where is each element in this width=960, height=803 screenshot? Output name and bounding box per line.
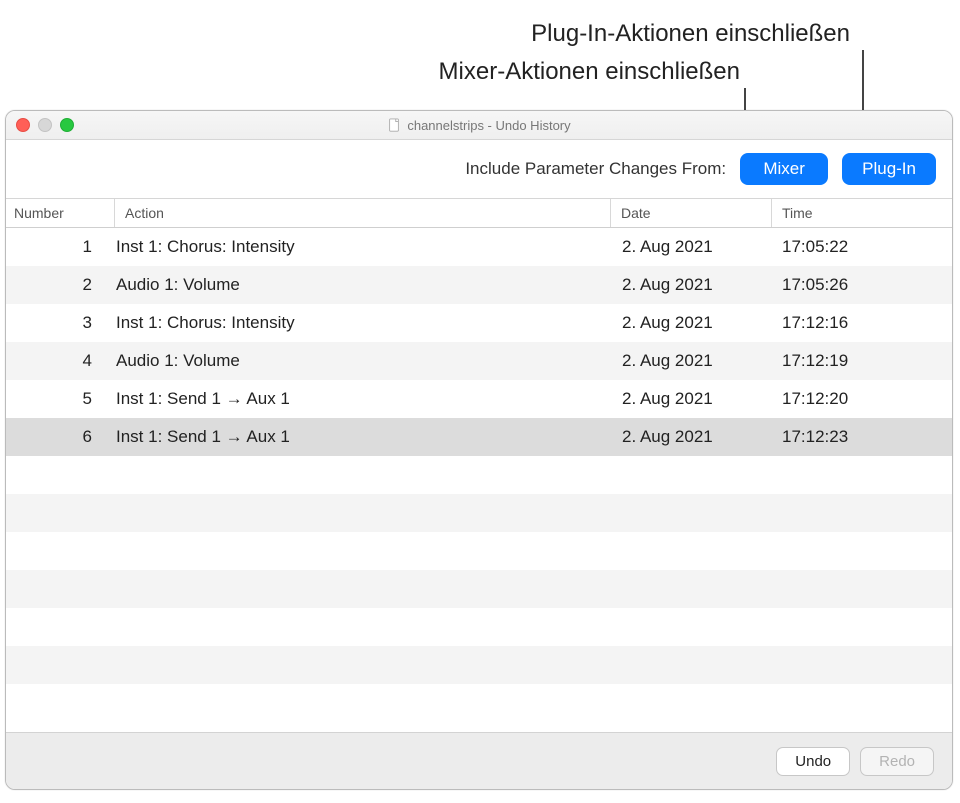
include-plugin-button[interactable]: Plug-In (842, 153, 936, 185)
cell-time: 17:05:26 (772, 275, 952, 295)
cell-number: 3 (6, 313, 106, 333)
cell-time: 17:12:16 (772, 313, 952, 333)
cell-date: 2. Aug 2021 (612, 275, 772, 295)
table-row (6, 608, 952, 646)
cell-number: 5 (6, 389, 106, 409)
undo-history-window: channelstrips - Undo History Include Par… (5, 110, 953, 790)
cell-date: 2. Aug 2021 (612, 313, 772, 333)
table-row (6, 494, 952, 532)
cell-time: 17:12:19 (772, 351, 952, 371)
cell-number: 1 (6, 237, 106, 257)
cell-time: 17:05:22 (772, 237, 952, 257)
cell-action: Inst 1: Chorus: Intensity (106, 313, 612, 333)
undo-button[interactable]: Undo (776, 747, 850, 776)
cell-action: Audio 1: Volume (106, 275, 612, 295)
cell-date: 2. Aug 2021 (612, 237, 772, 257)
traffic-lights (16, 118, 74, 132)
table-header: Number Action Date Time (6, 199, 952, 228)
cell-action: Inst 1: Send 1 → Aux 1 (106, 389, 612, 409)
header-time[interactable]: Time (772, 205, 813, 221)
table-row (6, 684, 952, 722)
footer: Undo Redo (6, 732, 952, 789)
toolbar: Include Parameter Changes From: Mixer Pl… (6, 140, 952, 199)
cell-action: Audio 1: Volume (106, 351, 612, 371)
table-row[interactable]: 1Inst 1: Chorus: Intensity2. Aug 202117:… (6, 228, 952, 266)
cell-action: Inst 1: Send 1 → Aux 1 (106, 427, 612, 447)
callout-mixer: Mixer-Aktionen einschließen (439, 58, 740, 86)
redo-button[interactable]: Redo (860, 747, 934, 776)
cell-time: 17:12:23 (772, 427, 952, 447)
table-row[interactable]: 4Audio 1: Volume2. Aug 202117:12:19 (6, 342, 952, 380)
table-row[interactable]: 6Inst 1: Send 1 → Aux 12. Aug 202117:12:… (6, 418, 952, 456)
document-icon (387, 118, 401, 132)
cell-date: 2. Aug 2021 (612, 427, 772, 447)
cell-number: 4 (6, 351, 106, 371)
window-title: channelstrips - Undo History (407, 118, 570, 133)
minimize-icon[interactable] (38, 118, 52, 132)
table-row (6, 570, 952, 608)
table-row[interactable]: 5Inst 1: Send 1 → Aux 12. Aug 202117:12:… (6, 380, 952, 418)
callout-plugin: Plug-In-Aktionen einschließen (531, 20, 850, 48)
cell-action: Inst 1: Chorus: Intensity (106, 237, 612, 257)
cell-time: 17:12:20 (772, 389, 952, 409)
history-table: Number Action Date Time 1Inst 1: Chorus:… (6, 199, 952, 737)
header-action[interactable]: Action (115, 205, 164, 221)
header-date[interactable]: Date (611, 205, 651, 221)
table-row[interactable]: 3Inst 1: Chorus: Intensity2. Aug 202117:… (6, 304, 952, 342)
cell-number: 6 (6, 427, 106, 447)
toolbar-label: Include Parameter Changes From: (465, 159, 726, 179)
table-row (6, 646, 952, 684)
cell-date: 2. Aug 2021 (612, 389, 772, 409)
table-row (6, 532, 952, 570)
include-mixer-button[interactable]: Mixer (740, 153, 828, 185)
table-row (6, 456, 952, 494)
table-row[interactable]: 2Audio 1: Volume2. Aug 202117:05:26 (6, 266, 952, 304)
titlebar[interactable]: channelstrips - Undo History (6, 111, 952, 140)
close-icon[interactable] (16, 118, 30, 132)
cell-number: 2 (6, 275, 106, 295)
cell-date: 2. Aug 2021 (612, 351, 772, 371)
header-number[interactable]: Number (6, 205, 114, 221)
zoom-icon[interactable] (60, 118, 74, 132)
